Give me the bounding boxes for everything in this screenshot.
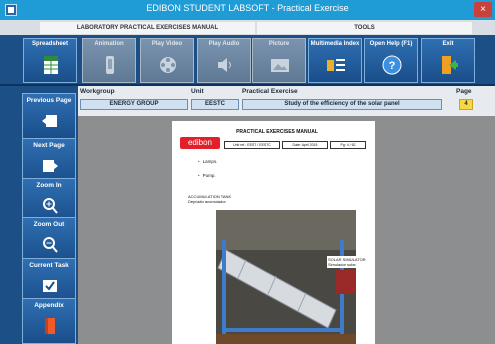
spreadsheet-button[interactable]: Spreadsheet <box>23 38 77 83</box>
exit-door-icon <box>442 56 458 74</box>
animation-label: Animation <box>94 41 124 47</box>
play-video-button[interactable]: Play Video <box>140 38 194 83</box>
multimedia-index-button[interactable]: Multimedia Index <box>308 38 362 83</box>
animation-button[interactable]: Animation <box>82 38 136 83</box>
picture-label: Picture <box>268 41 290 47</box>
page-number-badge: 4 <box>459 99 473 110</box>
accumulation-tank-label: ACCUMULATION TANK Depósito acumulador <box>188 194 231 204</box>
tab-tools[interactable]: TOOLS <box>257 22 472 34</box>
next-page-label: Next Page <box>33 142 65 149</box>
close-button[interactable]: × <box>474 2 492 17</box>
spreadsheet-label: Spreadsheet <box>31 41 68 47</box>
page-label: Page <box>456 88 472 95</box>
accumulation-tank-subtitle: Depósito acumulador <box>188 199 226 204</box>
practical-exercise-value: Study of the efficiency of the solar pan… <box>242 99 442 110</box>
appendix-label: Appendix <box>34 302 64 309</box>
workgroup-label: Workgroup <box>80 88 115 95</box>
workgroup-value: ENERGY GROUP <box>80 99 188 110</box>
multimedia-index-label: Multimedia Index <box>310 41 360 47</box>
exit-button[interactable]: Exit <box>421 38 475 83</box>
next-page-icon <box>43 160 58 172</box>
picture-icon <box>271 59 289 72</box>
practical-exercise-label: Practical Exercise <box>242 88 298 95</box>
exit-label: Exit <box>442 41 454 47</box>
unit-label: Unit <box>191 88 204 95</box>
play-audio-label: Play Audio <box>208 41 240 47</box>
unit-value: EESTC <box>191 99 239 110</box>
zoom-in-icon <box>43 198 58 214</box>
open-help-button[interactable]: Open Help (F1) ? <box>364 38 418 83</box>
film-reel-icon <box>160 57 176 73</box>
zoom-out-label: Zoom Out <box>33 221 65 228</box>
svg-text:?: ? <box>389 60 396 72</box>
solar-simulator-photo <box>216 210 356 344</box>
appendix-icon <box>45 318 55 334</box>
zoom-in-label: Zoom In <box>36 182 62 189</box>
open-help-label: Open Help (F1) <box>369 41 413 47</box>
window-title: EDIBON STUDENT LABSOFT - Practical Exerc… <box>146 3 349 13</box>
zoom-out-button[interactable]: Zoom Out <box>22 217 76 263</box>
bullet-pump: Pump. <box>198 173 216 178</box>
previous-page-icon <box>42 115 57 127</box>
date-cell: Date: April 2015 <box>282 141 328 149</box>
bullet-lamps: Lamps. <box>198 159 218 164</box>
title-bar: EDIBON STUDENT LABSOFT - Practical Exerc… <box>0 0 495 20</box>
play-audio-button[interactable]: Play Audio <box>197 38 251 83</box>
solar-simulator-label: SOLAR SIMULATOR Simulador solar <box>327 256 367 268</box>
document-page: PRACTICAL EXERCISES MANUAL edibon Unit r… <box>172 121 375 344</box>
play-video-label: Play Video <box>151 41 183 47</box>
current-task-label: Current Task <box>29 262 69 269</box>
current-task-icon <box>43 280 57 292</box>
appendix-button[interactable]: Appendix <box>22 298 76 344</box>
solar-simulator-subtitle: Simulador solar <box>328 262 356 267</box>
page-cell: Pg: 4 / 62 <box>330 141 366 149</box>
zoom-out-icon <box>43 237 58 253</box>
speaker-icon <box>218 58 231 72</box>
unit-ref-cell: Unit ref.: EEST / EESTC <box>224 141 280 149</box>
animation-icon <box>106 56 114 74</box>
manual-title: PRACTICAL EXERCISES MANUAL <box>236 129 318 135</box>
picture-button[interactable]: Picture <box>252 38 306 83</box>
help-icon: ? <box>382 55 402 75</box>
edibon-logo: edibon <box>180 137 220 149</box>
spreadsheet-icon <box>44 56 58 74</box>
multimedia-index-icon <box>327 59 345 71</box>
tab-practical-manual[interactable]: LABORATORY PRACTICAL EXERCISES MANUAL <box>40 22 255 34</box>
previous-page-label: Previous Page <box>26 97 72 104</box>
previous-page-button[interactable]: Previous Page <box>22 93 76 139</box>
